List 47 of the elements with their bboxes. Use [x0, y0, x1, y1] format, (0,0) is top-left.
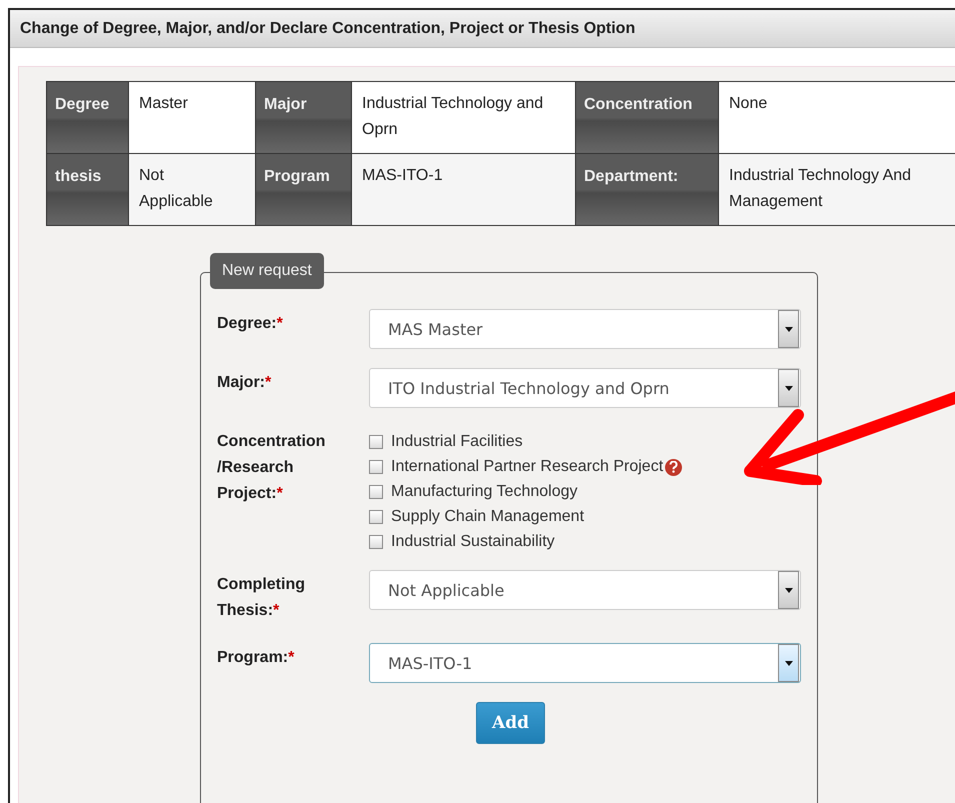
- dropdown-select[interactable]: ITO Industrial Technology and Oprn: [369, 368, 801, 408]
- table-header-cell: Concentration: [576, 82, 719, 154]
- table-cell: Industrial Technology And Management: [719, 154, 955, 226]
- dropdown-select[interactable]: MAS Master: [369, 309, 801, 349]
- page-title: Change of Degree, Major, and/or Declare Concentration, Project or Thesis Option: [10, 10, 955, 48]
- dropdown-arrow-button[interactable]: [778, 571, 799, 609]
- caret-icon: [784, 660, 792, 666]
- dropdown-select[interactable]: Not Applicable: [369, 570, 801, 610]
- table-cell: Master: [129, 82, 256, 154]
- caret-icon: [784, 326, 792, 332]
- select-value: ITO Industrial Technology and Oprn: [388, 378, 670, 398]
- checkbox-label[interactable]: Manufacturing Technology: [391, 483, 578, 501]
- table-cell: None: [719, 82, 955, 154]
- checkbox-label[interactable]: Industrial Sustainability: [391, 533, 555, 551]
- table-header-cell: Department:: [576, 154, 719, 226]
- select-value: MAS Master: [388, 320, 483, 338]
- table-header-cell: thesis: [47, 154, 129, 226]
- dropdown-arrow-button[interactable]: [778, 310, 799, 348]
- table-cell: Not Applicable: [129, 154, 256, 226]
- caret-icon: [784, 588, 792, 592]
- checkbox-label[interactable]: International Partner Research Project: [391, 458, 664, 476]
- field-label: Completing Thesis:*: [217, 575, 306, 621]
- field-label: Major:*: [217, 373, 272, 393]
- field-label: Concentration /Research Project:*: [217, 432, 326, 504]
- checkbox[interactable]: [369, 485, 383, 499]
- table-header-cell: Major: [256, 82, 352, 154]
- table-cell: MAS-ITO-1: [352, 154, 576, 226]
- checkbox[interactable]: [369, 460, 383, 474]
- help-icon[interactable]: [665, 458, 682, 476]
- table-header-cell: Program: [256, 154, 352, 226]
- select-value: Not Applicable: [388, 580, 504, 600]
- select-value: MAS-ITO-1: [388, 654, 472, 672]
- table-cell: Industrial Technology and Oprn: [352, 82, 576, 154]
- field-label: Program:*: [217, 648, 294, 668]
- dropdown-arrow-button[interactable]: [778, 369, 799, 407]
- dropdown-select[interactable]: MAS-ITO-1: [369, 643, 801, 683]
- checkbox[interactable]: [369, 435, 383, 449]
- table-header-cell: Degree: [47, 82, 129, 154]
- checkbox[interactable]: [369, 535, 383, 549]
- caret-icon: [784, 386, 792, 390]
- checkbox-label[interactable]: Industrial Facilities: [391, 433, 523, 451]
- form-legend: New request: [210, 253, 324, 289]
- dropdown-arrow-button[interactable]: [778, 644, 799, 682]
- add-button[interactable]: Add: [476, 702, 545, 744]
- checkbox[interactable]: [369, 510, 383, 524]
- checkbox-label[interactable]: Supply Chain Management: [391, 508, 584, 526]
- field-label: Degree:*: [217, 314, 283, 334]
